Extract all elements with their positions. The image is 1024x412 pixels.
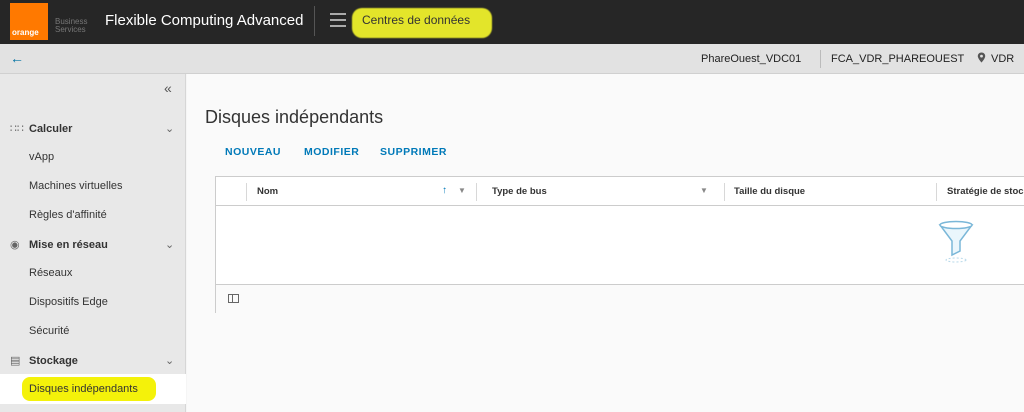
location-name: VDR	[991, 53, 1015, 65]
chevron-down-icon[interactable]: ⌄	[165, 122, 174, 135]
sidebar-item-disques-independants[interactable]: Disques indépendants	[29, 383, 138, 395]
sidebar-group-stockage[interactable]: ▤ Stockage	[10, 354, 78, 367]
orange-logo[interactable]: orange	[10, 3, 48, 40]
sidebar-group-label: Stockage	[29, 355, 78, 367]
sidebar-group-mise-en-reseau[interactable]: ◉ Mise en réseau	[10, 238, 108, 251]
storage-icon: ▤	[10, 355, 21, 367]
empty-filter-icon	[938, 220, 974, 263]
filter-icon[interactable]: ▼	[700, 186, 708, 195]
filter-icon[interactable]: ▼	[458, 186, 466, 195]
nav-datacenters-link[interactable]: Centres de données	[362, 13, 470, 27]
sidebar-item-dispositifs-edge[interactable]: Dispositifs Edge	[29, 296, 108, 308]
logo-subtitle-line2: Services	[55, 25, 86, 34]
column-divider	[246, 183, 247, 201]
app-title: Flexible Computing Advanced	[105, 12, 304, 29]
column-header-strategie-de-stockage[interactable]: Stratégie de stoc	[947, 186, 1024, 197]
main-content: Disques indépendants NOUVEAU MODIFIER SU…	[187, 74, 1024, 412]
context-bar: ← PhareOuest_VDC01 FCA_VDR_PHAREOUEST VD…	[0, 44, 1024, 74]
page-title: Disques indépendants	[205, 107, 384, 127]
logo-text: orange	[12, 28, 39, 37]
logo-subtitle: Business Services	[55, 18, 87, 34]
column-header-taille-du-disque[interactable]: Taille du disque	[734, 186, 805, 197]
sidebar-item-regles-affinite[interactable]: Règles d'affinité	[29, 209, 107, 221]
sidebar: « ∷∷ Calculer ⌄ vApp Machines virtuelles …	[0, 74, 186, 412]
column-header-nom[interactable]: Nom	[257, 186, 278, 197]
datagrid-empty-placeholder	[216, 207, 1024, 284]
sidebar-item-reseaux[interactable]: Réseaux	[29, 267, 72, 279]
vdc-name[interactable]: PhareOuest_VDC01	[701, 53, 801, 65]
column-header-type-de-bus[interactable]: Type de bus	[492, 186, 547, 197]
collapse-sidebar-icon[interactable]: «	[164, 80, 172, 96]
network-icon: ◉	[10, 239, 20, 251]
location-pin-icon	[977, 52, 986, 66]
new-button[interactable]: NOUVEAU	[225, 146, 281, 158]
context-divider	[820, 50, 821, 68]
datagrid-footer	[216, 284, 1024, 313]
sidebar-item-vapp[interactable]: vApp	[29, 151, 54, 163]
column-toggle-icon[interactable]	[228, 294, 239, 303]
column-divider	[476, 183, 477, 201]
edit-button[interactable]: MODIFIER	[304, 146, 359, 158]
sort-ascending-icon[interactable]: ↑	[442, 185, 447, 196]
sidebar-group-label: Calculer	[29, 123, 73, 135]
header-divider	[314, 6, 315, 36]
top-header: orange Business Services Flexible Comput…	[0, 0, 1024, 44]
chevron-down-icon[interactable]: ⌄	[165, 354, 174, 367]
sidebar-group-calculer[interactable]: ∷∷ Calculer	[10, 122, 72, 135]
disks-datagrid: Nom ↑ ▼ Type de bus ▼ Taille du disque S…	[215, 176, 1024, 313]
sidebar-item-machines-virtuelles[interactable]: Machines virtuelles	[29, 180, 123, 192]
back-arrow-icon[interactable]: ←	[10, 50, 24, 66]
grid-icon: ∷∷	[10, 123, 24, 135]
column-divider	[724, 183, 725, 201]
delete-button[interactable]: SUPPRIMER	[380, 146, 447, 158]
org-name[interactable]: FCA_VDR_PHAREOUEST	[831, 53, 964, 65]
sidebar-group-label: Mise en réseau	[29, 239, 108, 251]
datagrid-header: Nom ↑ ▼ Type de bus ▼ Taille du disque S…	[216, 177, 1024, 206]
chevron-down-icon[interactable]: ⌄	[165, 238, 174, 251]
column-divider	[936, 183, 937, 201]
hamburger-menu-icon[interactable]	[330, 13, 346, 27]
sidebar-item-securite[interactable]: Sécurité	[29, 325, 69, 337]
